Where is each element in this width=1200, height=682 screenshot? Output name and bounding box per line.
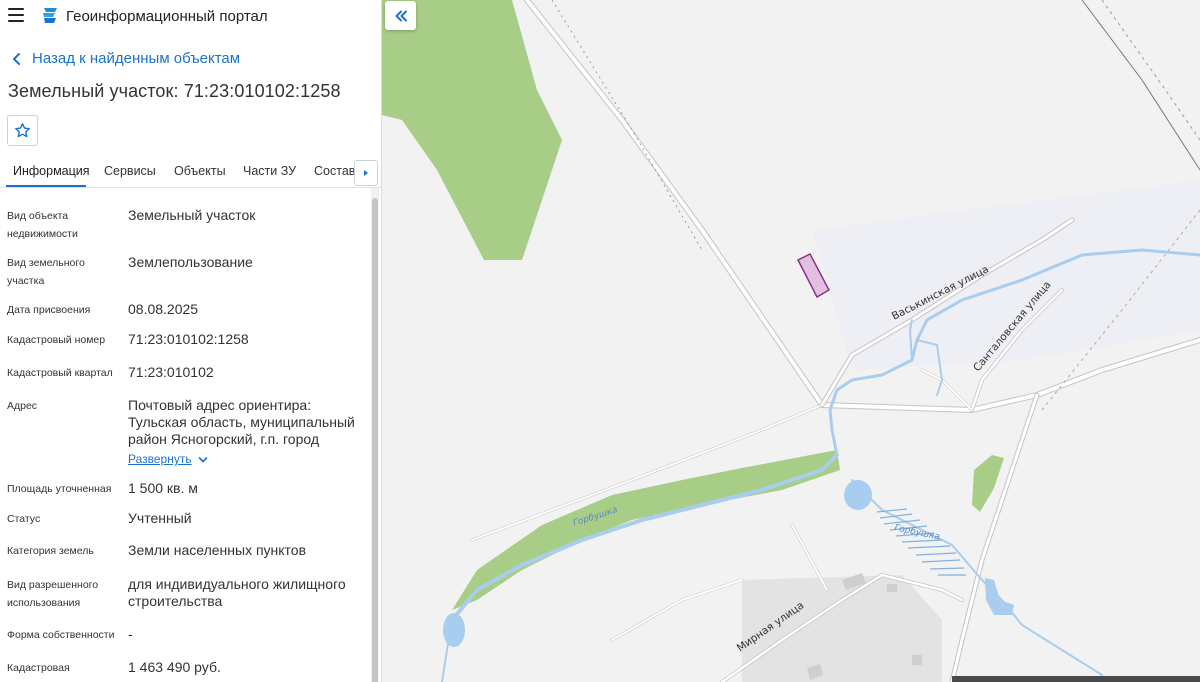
attr-key: Дата присвоения [7, 304, 91, 316]
panel-scrollbar[interactable] [371, 188, 379, 682]
scrollbar-thumb[interactable] [372, 198, 378, 682]
attr-value: 08.08.2025 [128, 301, 199, 317]
attr-key: Кадастровая [7, 662, 70, 674]
tabs-scroll-right-button[interactable] [354, 160, 378, 186]
attr-value: 1 500 кв. м [128, 480, 198, 496]
attr-value: Землепользование [128, 254, 253, 270]
tab-information[interactable]: Информация [13, 164, 90, 178]
attr-key: Форма собственности [7, 629, 115, 641]
tab-services[interactable]: Сервисы [104, 164, 156, 178]
status-strip [952, 676, 1200, 682]
attr-key: Кадастровый квартал [7, 367, 113, 379]
attr-key: Адрес [7, 400, 38, 412]
active-tab-indicator [6, 185, 86, 187]
favorite-button[interactable] [7, 115, 38, 146]
tab-parts[interactable]: Части ЗУ [243, 164, 296, 178]
attr-key: Вид разрешенного использования [7, 579, 99, 609]
attr-key: Вид земельного участка [7, 257, 85, 287]
collapse-panel-button[interactable] [385, 1, 416, 30]
menu-icon[interactable] [8, 8, 24, 22]
pond [844, 480, 872, 510]
attr-key: Вид объекта недвижимости [7, 210, 78, 240]
attr-value: Земли населенных пунктов [128, 542, 307, 558]
attr-value: для индивидуального жилищного строительс… [128, 576, 346, 609]
attr-value: Учтенный [128, 510, 192, 526]
tab-objects[interactable]: Объекты [174, 164, 226, 178]
attr-value: 71:23:010102 [128, 364, 214, 380]
attr-value: Почтовый адрес ориентира: Тульская облас… [128, 397, 355, 447]
caret-right-icon [364, 170, 368, 176]
attr-key: Площадь уточненная [7, 483, 112, 495]
map-canvas[interactable]: Васькинская улица Санталовская улица Мир… [382, 0, 1200, 682]
attr-value: Земельный участок [128, 207, 256, 223]
expand-address-link[interactable]: Развернуть [128, 451, 364, 468]
pond [443, 613, 465, 647]
back-link-label[interactable]: Назад к найденным объектам [32, 50, 240, 67]
portal-logo-icon [43, 8, 57, 23]
tab-bar: Информация Сервисы Объекты Части ЗУ Сост… [0, 156, 381, 188]
attr-key: Кадастровый номер [7, 334, 106, 346]
app-title: Геоинформационный портал [66, 8, 268, 25]
top-bar: Геоинформационный портал [0, 0, 381, 32]
expand-label[interactable]: Развернуть [128, 451, 192, 468]
attr-value: 71:23:010102:1258 [128, 331, 249, 347]
chevron-down-icon [198, 456, 207, 462]
attr-value: - [128, 626, 133, 642]
tab-composition[interactable]: Состав [314, 164, 355, 178]
attr-value: 1 463 490 руб. [128, 659, 221, 675]
chevron-left-icon [13, 52, 20, 65]
attr-key: Статус [7, 513, 41, 525]
attr-key: Категория земель [7, 545, 94, 557]
page-title: Земельный участок: 71:23:010102:1258 [8, 81, 341, 101]
double-chevron-left-icon [395, 10, 407, 21]
back-to-results-link[interactable]: Назад к найденным объектам [10, 50, 240, 67]
star-outline-icon [15, 123, 30, 138]
info-panel: Геоинформационный портал Назад к найденн… [0, 0, 382, 682]
